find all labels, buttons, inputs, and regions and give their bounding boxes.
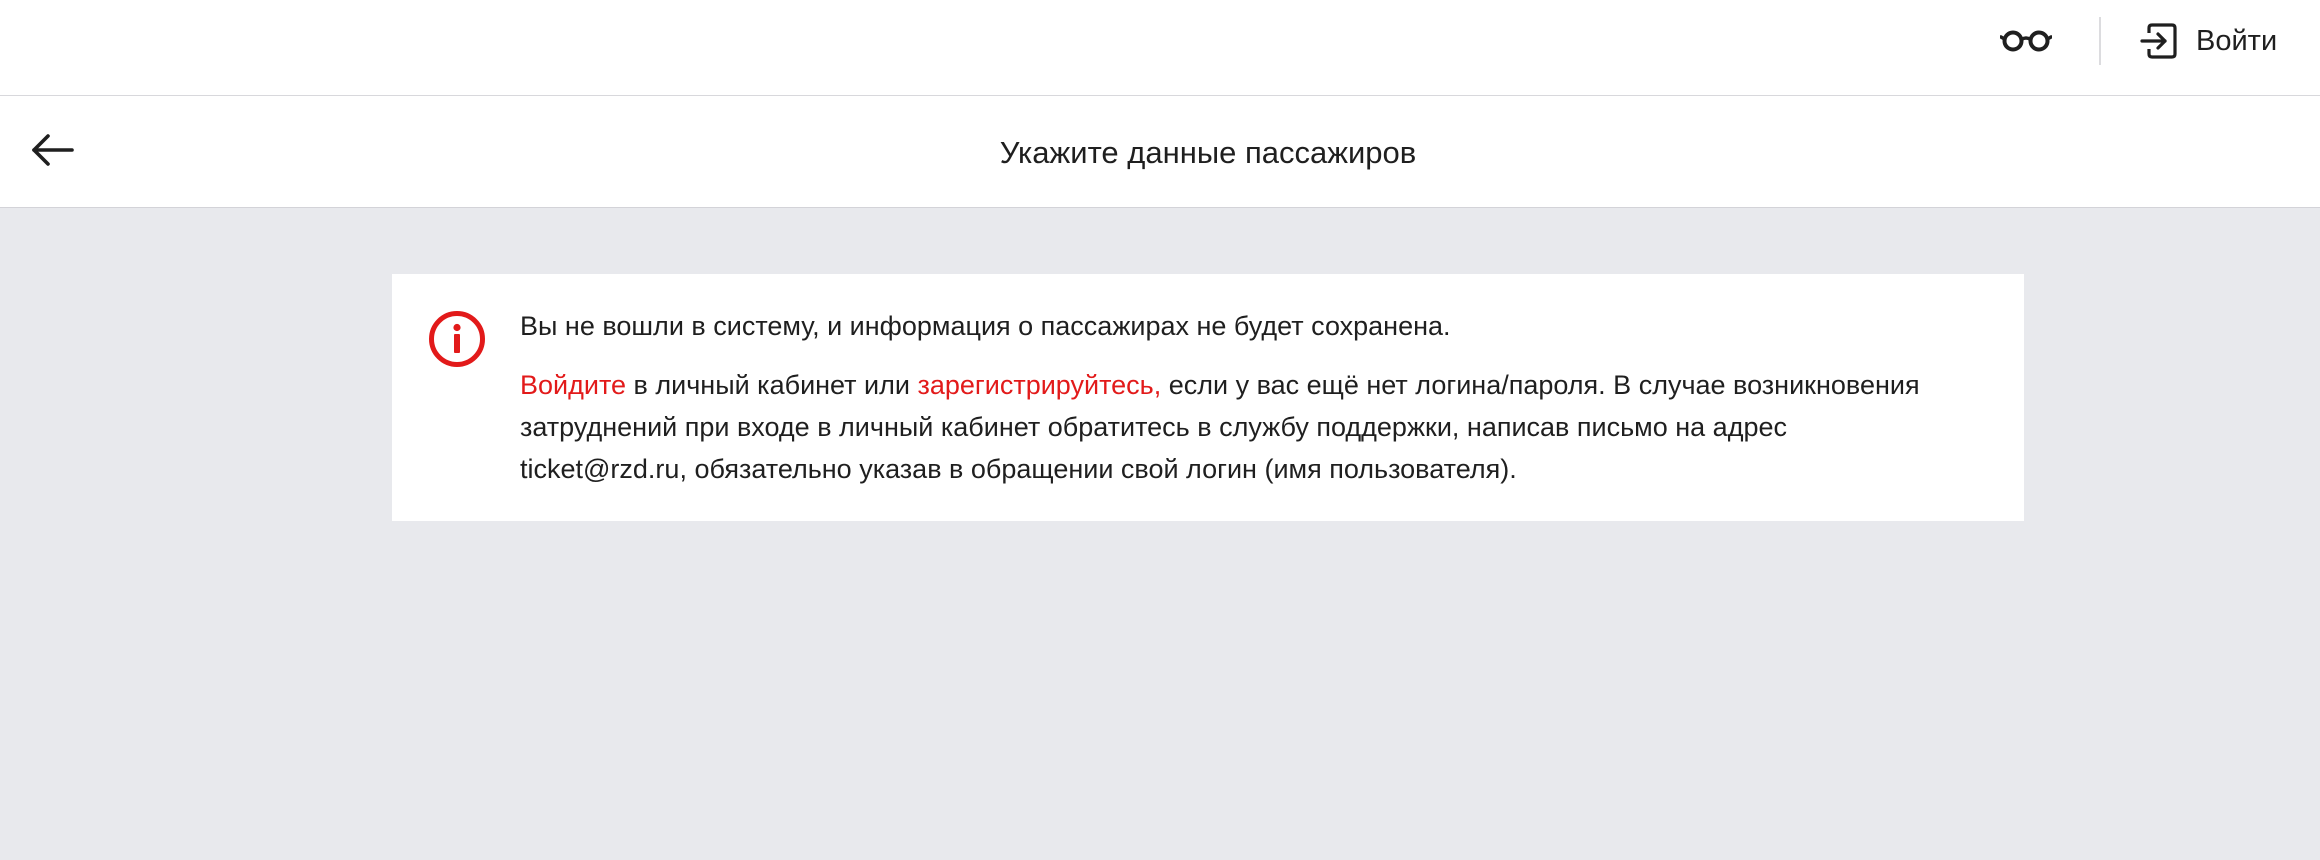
notice-text: Вы не вошли в систему, и информация о па… bbox=[520, 306, 2010, 490]
info-circle-icon bbox=[429, 311, 485, 367]
notice-text-fragment: в личный кабинет или bbox=[626, 370, 918, 400]
notice-line: Войдите в личный кабинет или зарегистрир… bbox=[520, 364, 2010, 406]
notice-line-not-logged-in: Вы не вошли в систему, и информация о па… bbox=[520, 311, 1451, 341]
title-bar: Укажите данные пассажиров bbox=[0, 96, 2320, 208]
accessibility-button[interactable] bbox=[1996, 18, 2056, 64]
header-divider bbox=[2099, 17, 2101, 65]
login-label: Войти bbox=[2196, 24, 2278, 57]
login-button[interactable]: Войти bbox=[2140, 16, 2277, 66]
register-link[interactable]: зарегистрируйтесь, bbox=[917, 370, 1161, 400]
glasses-icon bbox=[2000, 30, 2052, 52]
notice-line: ticket@rzd.ru, обязательно указав в обра… bbox=[520, 454, 1517, 484]
page-title: Укажите данные пассажиров bbox=[999, 135, 1417, 170]
login-link[interactable]: Войдите bbox=[520, 370, 626, 400]
top-header: Войти bbox=[0, 0, 2320, 96]
login-notice: Вы не вошли в систему, и информация о па… bbox=[392, 274, 2024, 521]
arrow-left-icon bbox=[32, 134, 74, 166]
login-icon bbox=[2140, 23, 2177, 59]
back-button[interactable] bbox=[24, 122, 80, 178]
notice-paragraph: Войдите в личный кабинет или зарегистрир… bbox=[520, 364, 2010, 490]
notice-text-fragment: если у вас ещё нет логина/пароля. В случ… bbox=[1161, 370, 1920, 400]
notice-line: затруднений при входе в личный кабинет о… bbox=[520, 412, 1787, 442]
